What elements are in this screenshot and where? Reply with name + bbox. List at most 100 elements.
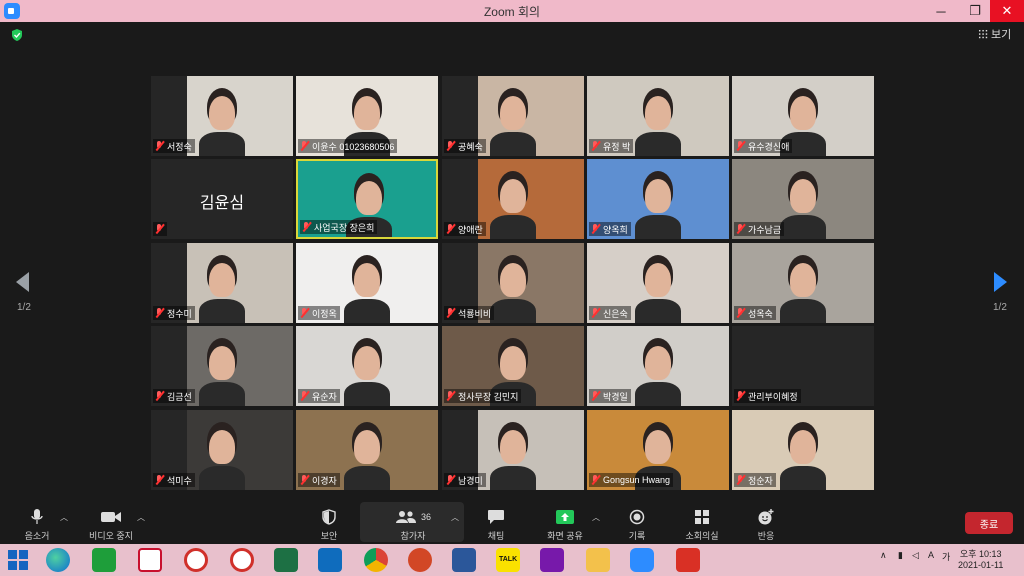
minimize-button[interactable]: ─	[924, 0, 958, 22]
end-meeting-button[interactable]: 종료	[965, 512, 1013, 534]
share-options-caret-icon[interactable]: ︿	[592, 512, 600, 523]
participant-tile[interactable]: 유수경신애	[732, 76, 874, 156]
outlook-icon[interactable]	[318, 548, 342, 572]
participant-tile[interactable]: 박경일	[587, 326, 729, 406]
maximize-button[interactable]: ❐	[958, 0, 992, 22]
participant-tile[interactable]: 양옥희	[587, 159, 729, 239]
participant-face	[790, 263, 816, 297]
taskbar-clock[interactable]: 오후 10:13 2021-01-11	[958, 549, 1003, 571]
participant-tile[interactable]: 유정 박	[587, 76, 729, 156]
participant-face	[500, 346, 526, 380]
muted-microphone-icon	[299, 475, 309, 485]
volume-icon[interactable]: ◁	[912, 550, 919, 561]
participant-face	[645, 263, 671, 297]
windows-start-icon[interactable]	[7, 549, 29, 571]
file-explorer-icon[interactable]	[586, 548, 610, 572]
kakaotalk-icon[interactable]: TALK	[496, 548, 520, 572]
chrome-icon[interactable]	[364, 548, 388, 572]
muted-microphone-icon	[154, 391, 164, 401]
participants-options-caret-icon[interactable]: ︿	[451, 512, 459, 523]
participant-tile[interactable]: 이정옥	[296, 243, 438, 323]
participant-face	[356, 181, 382, 215]
participant-tile[interactable]: 김윤심	[151, 159, 293, 239]
ime-mode-icon[interactable]: A	[928, 550, 934, 560]
grid-icon	[978, 29, 988, 39]
participant-face	[500, 96, 526, 130]
participant-tile[interactable]: 공혜숙	[442, 76, 584, 156]
participant-name: 성옥숙	[748, 308, 773, 319]
share-screen-label: 화면 공유	[547, 531, 583, 541]
participant-body	[635, 382, 681, 406]
next-page-arrow-icon[interactable]	[994, 272, 1007, 292]
participant-tile[interactable]: 남경미	[442, 410, 584, 490]
previous-page-arrow-icon[interactable]	[16, 272, 29, 292]
audio-options-caret-icon[interactable]: ︿	[60, 512, 68, 523]
zoom-meeting-task-icon[interactable]	[138, 548, 162, 572]
participant-tile[interactable]: 사업국장 장은희	[296, 159, 438, 239]
participant-tile[interactable]: 서정숙	[151, 76, 293, 156]
participant-tile[interactable]: 석미수	[151, 410, 293, 490]
powerpoint-icon[interactable]	[408, 548, 432, 572]
reactions-button[interactable]: 반응	[731, 508, 801, 542]
security-button[interactable]: 보안	[294, 508, 364, 542]
record-button[interactable]: 기록	[602, 508, 672, 542]
participant-tile[interactable]: 성옥숙	[732, 243, 874, 323]
window-title: Zoom 회의	[483, 4, 541, 19]
chat-button[interactable]: 채팅	[461, 508, 531, 542]
page-indicator-left: 1/2	[17, 302, 31, 313]
participant-body	[635, 215, 681, 239]
participant-tile[interactable]: 유순자	[296, 326, 438, 406]
muted-microphone-icon	[299, 391, 309, 401]
game-app-icon[interactable]	[676, 548, 700, 572]
participant-tile[interactable]: 김금선	[151, 326, 293, 406]
share-screen-button[interactable]: 화면 공유	[530, 508, 600, 542]
participant-tile[interactable]: 정수미	[151, 243, 293, 323]
participant-name-tag: 정순자	[734, 473, 776, 487]
browser-app-icon[interactable]	[230, 548, 254, 572]
stop-video-button[interactable]: 비디오 중지	[76, 508, 146, 542]
participant-tile[interactable]: 이윤수 01023680506	[296, 76, 438, 156]
participant-tile[interactable]: 가수남금	[732, 159, 874, 239]
participants-count: 36	[420, 512, 431, 522]
record-label: 기록	[628, 531, 646, 541]
participant-tile[interactable]: 신은숙	[587, 243, 729, 323]
participant-body	[635, 299, 681, 323]
muted-microphone-icon	[154, 224, 164, 234]
participant-body	[199, 132, 245, 156]
video-options-caret-icon[interactable]: ︿	[137, 512, 145, 523]
participant-body	[780, 215, 826, 239]
participant-tile[interactable]: 이경자	[296, 410, 438, 490]
network-icon[interactable]: ▮	[898, 550, 903, 561]
word-icon[interactable]	[452, 548, 476, 572]
encryption-shield-icon[interactable]	[10, 28, 24, 42]
excel-icon[interactable]	[274, 548, 298, 572]
participant-face	[354, 346, 380, 380]
view-button[interactable]: 보기	[978, 26, 1011, 42]
participant-tile[interactable]: 석룡비비	[442, 243, 584, 323]
participant-tile[interactable]: 정순자	[732, 410, 874, 490]
edge-browser-icon[interactable]	[46, 548, 70, 572]
participant-tile[interactable]: 관리부이혜정	[732, 326, 874, 406]
tray-chevron-icon[interactable]: ∧	[880, 550, 887, 561]
sync-app-icon[interactable]	[184, 548, 208, 572]
participants-button[interactable]: 36 참가자	[378, 508, 448, 542]
onenote-icon[interactable]	[540, 548, 564, 572]
microsoft-store-icon[interactable]	[92, 548, 116, 572]
participant-name: 유수경신애	[748, 141, 790, 152]
participant-name: 남경미	[458, 475, 483, 486]
participant-tile[interactable]: Gongsun Hwang	[587, 410, 729, 490]
participant-name-tag: 정사무장 김민지	[444, 389, 522, 403]
participant-face	[790, 96, 816, 130]
zoom-app-taskbar-icon[interactable]	[630, 548, 654, 572]
participant-tile[interactable]: 양애란	[442, 159, 584, 239]
participant-tile[interactable]: 정사무장 김민지	[442, 326, 584, 406]
muted-microphone-icon	[445, 308, 455, 318]
muted-microphone-icon	[735, 141, 745, 151]
mute-label: 음소거	[24, 531, 50, 541]
ime-hangul-indicator[interactable]: 가	[942, 550, 950, 563]
participant-name-tag: 석룡비비	[444, 306, 495, 320]
breakout-rooms-button[interactable]: 소회의실	[667, 508, 737, 542]
muted-microphone-icon	[590, 475, 600, 485]
close-button[interactable]: ✕	[990, 0, 1024, 22]
participant-body	[490, 466, 536, 490]
